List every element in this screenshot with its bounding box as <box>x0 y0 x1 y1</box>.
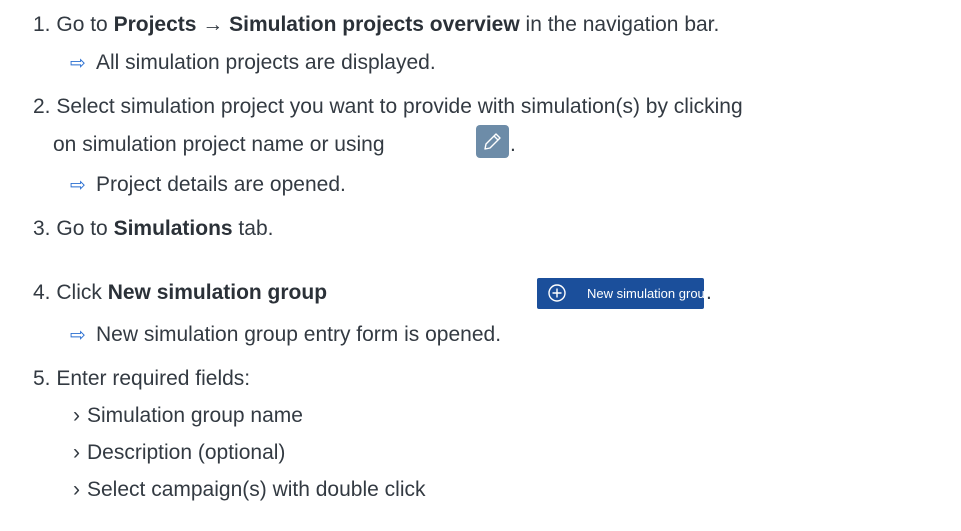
step-4-result: ⇨ New simulation group entry form is open… <box>70 322 501 349</box>
tab-simulations: Simulations <box>113 217 233 240</box>
result-text: Project details are opened. <box>96 173 346 196</box>
instruction-document: 1. Go to Projects → Simulation projects … <box>0 0 961 531</box>
step-1-result: ⇨ All simulation projects are displayed. <box>70 50 436 77</box>
new-simulation-group-label: New simulation group <box>107 281 328 304</box>
step-2-period: . <box>510 133 516 156</box>
step-2-result: ⇨ Project details are opened. <box>70 172 346 199</box>
step-number: 5. <box>33 367 51 390</box>
result-arrow-icon: ⇨ <box>70 53 86 74</box>
bullet-chevron-icon: › <box>73 404 80 427</box>
step-3: 3. Go to Simulations tab. <box>33 216 273 242</box>
step-text: Enter required fields: <box>56 367 251 390</box>
step-number: 2. <box>33 95 51 118</box>
bullet-chevron-icon: › <box>73 478 80 501</box>
list-item: › Simulation group name <box>73 403 303 429</box>
edit-button[interactable] <box>476 125 509 158</box>
step-text: Select simulation project you want to pr… <box>56 95 743 118</box>
plus-circle-icon <box>548 284 566 302</box>
result-arrow-icon: ⇨ <box>70 325 86 346</box>
step-5: 5. Enter required fields: <box>33 366 250 392</box>
step-text: on simulation project name or using <box>53 133 385 156</box>
result-text: New simulation group entry form is opene… <box>96 323 502 346</box>
list-item-text: Select campaign(s) with double click <box>87 478 426 501</box>
new-simulation-group-button[interactable]: New simulation group <box>537 278 712 309</box>
pencil-icon <box>484 133 501 150</box>
step-1: 1. Go to Projects → Simulation projects … <box>33 12 719 38</box>
step-text: Go to <box>56 217 114 240</box>
menu-simulation-projects-overview: Simulation projects overview <box>229 13 520 36</box>
menu-separator: → <box>196 13 230 36</box>
step-text: Go to <box>56 13 114 36</box>
list-item-text: Description (optional) <box>87 441 286 464</box>
step-text-end: in the navigation bar. <box>519 13 720 36</box>
step-number: 3. <box>33 217 51 240</box>
bullet-chevron-icon: › <box>73 441 80 464</box>
step-2: 2. Select simulation project you want to… <box>33 94 743 120</box>
list-item: › Description (optional) <box>73 440 285 466</box>
step-text: Click <box>56 281 108 304</box>
step-number: 1. <box>33 13 51 36</box>
result-arrow-icon: ⇨ <box>70 175 86 196</box>
button-label: New simulation group <box>587 286 713 301</box>
step-4-period: . <box>706 281 712 304</box>
list-item: › Select campaign(s) with double click <box>73 477 425 503</box>
step-2-continuation: on simulation project name or using <box>53 132 385 158</box>
result-text: All simulation projects are displayed. <box>96 51 436 74</box>
step-text-end: tab. <box>232 217 274 240</box>
step-number: 4. <box>33 281 51 304</box>
list-item-text: Simulation group name <box>87 404 303 427</box>
step-4: 4. Click New simulation group <box>33 280 327 306</box>
menu-projects: Projects <box>113 13 197 36</box>
